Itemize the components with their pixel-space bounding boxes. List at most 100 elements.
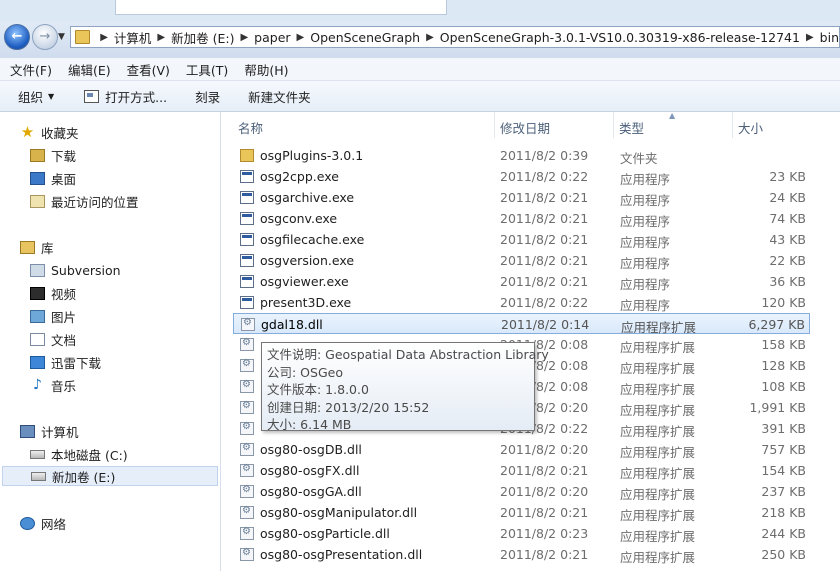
folder-icon <box>240 149 254 162</box>
file-row[interactable]: osgPlugins-3.0.1 2011/8/2 0:39 文件夹 <box>233 145 810 166</box>
nav-downloads[interactable]: 下载 <box>30 145 76 165</box>
downloads-icon <box>30 148 45 162</box>
column-header-size[interactable]: 大小 <box>738 118 763 137</box>
dll-icon <box>240 484 254 498</box>
column-header-date[interactable]: 修改日期 <box>500 118 550 137</box>
file-row[interactable]: osg80-osgParticle.dll 2011/8/2 0:23 应用程序扩展… <box>233 523 810 544</box>
breadcrumb-segment[interactable]: 新加卷 (E:) <box>171 28 234 47</box>
file-type: 应用程序扩展 <box>620 445 696 460</box>
forward-button[interactable]: → <box>32 24 58 50</box>
menu-view[interactable]: 查看(V) <box>127 60 170 79</box>
nav-label: 计算机 <box>41 424 79 440</box>
file-row[interactable]: osg80-osgPresentation.dll 2011/8/2 0:21 应用… <box>233 544 810 565</box>
nav-documents[interactable]: 文档 <box>30 329 76 349</box>
file-row[interactable]: osg80-osgDB.dll 2011/8/2 0:20 应用程序扩展 757 KB <box>233 439 810 460</box>
file-info-tooltip: 文件说明: Geospatial Data Abstraction Librar… <box>261 342 549 432</box>
navigation-pane: ★ 收藏夹 下载 桌面 最近访问的位置 库 Subversion 视频 图片 文档… <box>0 112 221 571</box>
file-row-selected[interactable]: gdal18.dll2011/8/2 0:14应用程序扩展6,297 KB <box>233 313 810 335</box>
breadcrumb-segment[interactable]: OpenSceneGraph <box>310 30 420 45</box>
file-row[interactable]: osg80-osgManipulator.dll 2011/8/2 0:21 应用程… <box>233 502 810 523</box>
nav-thunder-downloads[interactable]: 迅雷下载 <box>30 352 101 372</box>
column-divider[interactable] <box>613 112 614 138</box>
drive-icon <box>30 449 45 459</box>
open-with-button[interactable]: 打开方式... <box>84 87 167 106</box>
file-type: 应用程序 <box>620 298 671 313</box>
file-row[interactable]: osgviewer.exe 2011/8/2 0:21 应用程序 36 KB <box>233 271 810 292</box>
dll-icon <box>240 547 254 561</box>
chevron-right-icon[interactable]: ▶ <box>297 32 305 43</box>
dll-icon <box>240 337 254 351</box>
chevron-right-icon[interactable]: ▶ <box>426 32 434 43</box>
nav-new-volume-e[interactable]: 新加卷 (E:) <box>2 466 218 486</box>
file-row[interactable]: osg80-osgFX.dll 2011/8/2 0:21 应用程序扩展 154 KB <box>233 460 810 481</box>
file-size: 108 KB <box>761 379 806 394</box>
file-size: 36 KB <box>769 274 806 289</box>
nav-local-disk-c[interactable]: 本地磁盘 (C:) <box>30 444 128 464</box>
file-size: 244 KB <box>761 526 806 541</box>
breadcrumb-segment[interactable]: OpenSceneGraph-3.0.1-VS10.0.30319-x86-re… <box>440 30 800 45</box>
nav-desktop[interactable]: 桌面 <box>30 168 76 188</box>
open-with-icon <box>84 89 100 103</box>
chevron-right-icon[interactable]: ▶ <box>157 32 165 43</box>
menu-file[interactable]: 文件(F) <box>10 60 52 79</box>
back-button[interactable]: ← <box>4 24 30 50</box>
burn-label: 刻录 <box>195 89 221 105</box>
new-folder-button[interactable]: 新建文件夹 <box>248 87 311 106</box>
file-name: osg80-osgDB.dll <box>260 442 362 457</box>
file-size: 757 KB <box>761 442 806 457</box>
file-date: 2011/8/2 0:21 <box>500 463 589 478</box>
file-row[interactable]: osgfilecache.exe 2011/8/2 0:21 应用程序 43 KB <box>233 229 810 250</box>
file-row[interactable]: osgversion.exe 2011/8/2 0:21 应用程序 22 KB <box>233 250 810 271</box>
menu-help[interactable]: 帮助(H) <box>244 60 288 79</box>
command-toolbar: 组织 ▼ 打开方式... 刻录 新建文件夹 <box>0 81 840 112</box>
column-divider[interactable] <box>494 112 495 138</box>
breadcrumb[interactable]: ▶ 计算机 ▶ 新加卷 (E:) ▶ paper ▶ OpenSceneGrap… <box>70 26 840 48</box>
menu-tools[interactable]: 工具(T) <box>186 60 228 79</box>
dll-icon <box>240 400 254 414</box>
dll-icon <box>240 505 254 519</box>
file-date: 2011/8/2 0:14 <box>501 317 590 332</box>
video-icon <box>30 286 45 300</box>
file-date: 2011/8/2 0:20 <box>500 484 589 499</box>
file-row[interactable]: osg2cpp.exe 2011/8/2 0:22 应用程序 23 KB <box>233 166 810 187</box>
breadcrumb-segment[interactable]: paper <box>254 30 290 45</box>
breadcrumb-segment[interactable]: 计算机 <box>114 28 152 47</box>
breadcrumb-segment[interactable]: bin <box>820 30 839 45</box>
nav-network[interactable]: 网络 <box>20 513 66 533</box>
file-row[interactable]: osg80-osgGA.dll 2011/8/2 0:20 应用程序扩展 237 KB <box>233 481 810 502</box>
file-name: osg80-osgParticle.dll <box>260 526 390 541</box>
column-divider[interactable] <box>732 112 733 138</box>
column-header-type[interactable]: 类型 <box>619 118 644 137</box>
chevron-right-icon[interactable]: ▶ <box>240 32 248 43</box>
title-box <box>115 0 447 15</box>
nav-music[interactable]: ♪ 音乐 <box>30 375 76 395</box>
nav-favorites[interactable]: ★ 收藏夹 <box>20 122 79 142</box>
documents-icon <box>30 332 45 346</box>
tooltip-version: 文件版本: 1.8.0.0 <box>267 382 369 397</box>
file-row[interactable]: osgconv.exe 2011/8/2 0:21 应用程序 74 KB <box>233 208 810 229</box>
file-row[interactable]: osgarchive.exe 2011/8/2 0:21 应用程序 24 KB <box>233 187 810 208</box>
burn-button[interactable]: 刻录 <box>195 87 220 106</box>
back-arrow-icon: ← <box>11 29 23 44</box>
column-header-name[interactable]: 名称 <box>238 118 263 137</box>
nav-video[interactable]: 视频 <box>30 283 76 303</box>
exe-icon <box>240 254 254 267</box>
nav-subversion[interactable]: Subversion <box>30 260 121 280</box>
nav-libraries[interactable]: 库 <box>20 237 54 257</box>
file-size: 24 KB <box>769 190 806 205</box>
menu-bar: 文件(F) 编辑(E) 查看(V) 工具(T) 帮助(H) <box>0 58 840 81</box>
nav-recent[interactable]: 最近访问的位置 <box>30 191 139 211</box>
nav-label: 最近访问的位置 <box>51 194 139 210</box>
nav-label: Subversion <box>51 262 121 278</box>
menu-edit[interactable]: 编辑(E) <box>68 60 111 79</box>
organize-button[interactable]: 组织 ▼ <box>18 87 54 106</box>
chevron-right-icon[interactable]: ▶ <box>806 32 814 43</box>
file-date: 2011/8/2 0:21 <box>500 505 589 520</box>
file-row[interactable]: present3D.exe 2011/8/2 0:22 应用程序 120 KB <box>233 292 810 313</box>
nav-pictures[interactable]: 图片 <box>30 306 76 326</box>
recent-pages-dropdown-icon[interactable]: ▼ <box>58 32 65 42</box>
file-type: 应用程序 <box>620 256 671 271</box>
chevron-right-icon[interactable]: ▶ <box>100 32 108 43</box>
nav-computer[interactable]: 计算机 <box>20 421 79 441</box>
file-size: 218 KB <box>761 505 806 520</box>
